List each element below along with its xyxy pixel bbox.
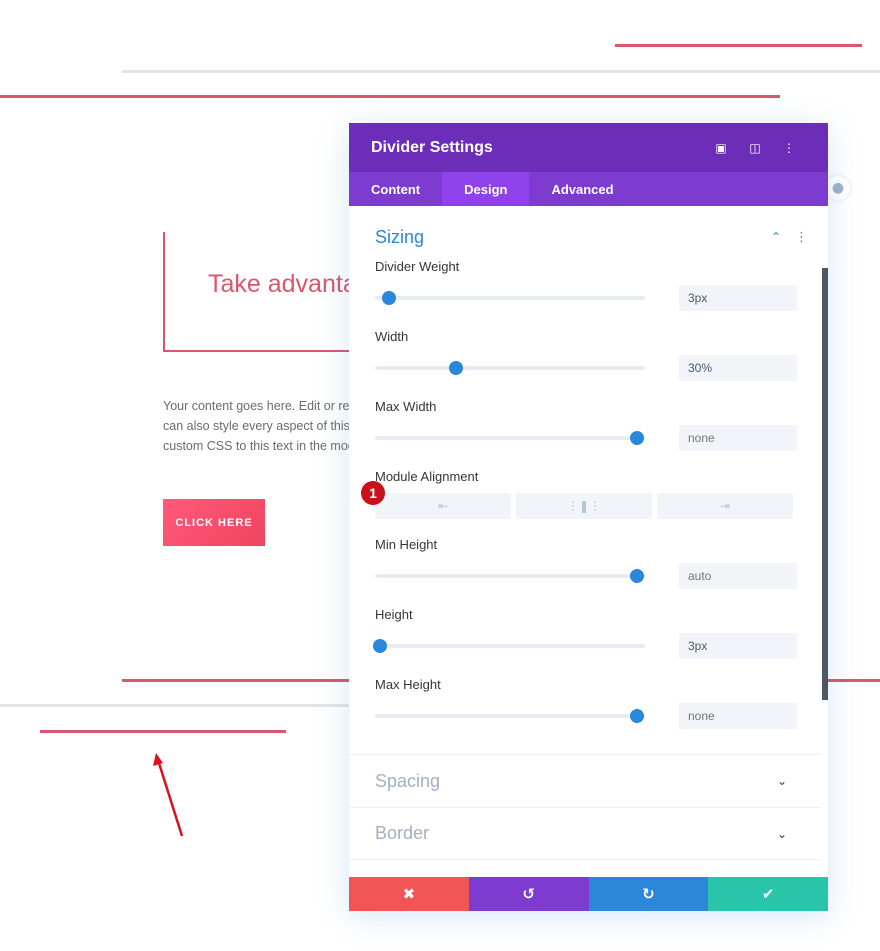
field-width: Width: [375, 329, 799, 381]
tab-advanced[interactable]: Advanced: [529, 172, 635, 206]
slider-thumb[interactable]: [449, 361, 463, 375]
redo-icon: ↻: [642, 885, 655, 903]
max-width-slider[interactable]: [375, 431, 645, 445]
chevron-down-icon: ⌄: [776, 774, 787, 788]
slider-thumb[interactable]: [629, 431, 644, 445]
close-icon: ✖: [402, 885, 416, 903]
field-max-height: Max Height: [375, 677, 799, 729]
tab-design[interactable]: Design: [442, 172, 530, 206]
field-label: Divider Weight: [375, 259, 460, 274]
annotation-arrow-icon: [153, 753, 184, 837]
focus-icon[interactable]: ▣: [704, 141, 738, 155]
body-line: Your content goes here. Edit or remove: [163, 399, 363, 413]
align-center-button[interactable]: ⋮❚⋮: [516, 493, 652, 519]
field-label: Module Alignment: [375, 469, 479, 484]
sizing-title: Sizing: [375, 226, 425, 247]
more-options-icon[interactable]: ⋮: [772, 141, 806, 155]
height-slider[interactable]: [373, 639, 645, 653]
field-label: Width: [375, 329, 409, 344]
align-right-icon: ⇥: [719, 499, 731, 513]
panel-header: Divider Settings ▣ ◫ ⋮: [349, 123, 828, 172]
align-left-button[interactable]: ⇤: [375, 493, 511, 519]
field-label: Height: [375, 607, 413, 622]
divider-line-selected: [40, 730, 286, 733]
min-height-slider[interactable]: [375, 569, 645, 583]
save-button[interactable]: ✔: [708, 877, 828, 911]
divider-line: [0, 95, 780, 98]
width-slider[interactable]: [375, 361, 645, 375]
cancel-button[interactable]: ✖: [349, 877, 469, 911]
slider-thumb[interactable]: [373, 639, 388, 653]
panel-footer: ✖ ↺ ↻ ✔: [349, 877, 828, 911]
max-height-slider[interactable]: [375, 709, 645, 723]
min-height-input[interactable]: [679, 563, 797, 589]
slider-thumb[interactable]: [381, 291, 396, 305]
field-label: Max Width: [375, 399, 437, 414]
field-divider-weight: Divider Weight: [375, 259, 799, 311]
field-label: Max Height: [375, 677, 441, 692]
click-here-button[interactable]: CLICK HERE: [163, 499, 265, 546]
width-input[interactable]: [679, 355, 797, 381]
align-right-button[interactable]: ⇥: [657, 493, 793, 519]
section-separator: [0, 704, 360, 707]
globe-icon[interactable]: ●: [826, 176, 850, 200]
chevron-up-icon[interactable]: ⌃: [771, 230, 781, 244]
divider-weight-input[interactable]: [679, 285, 797, 311]
align-left-icon: ⇤: [437, 499, 449, 513]
field-height: Height: [373, 607, 799, 659]
body-text: Your content goes here. Edit or remove c…: [163, 396, 363, 456]
max-width-input[interactable]: [679, 425, 797, 451]
field-min-height: Min Height: [375, 537, 799, 589]
body-line: custom CSS to this text in the module: [163, 439, 363, 453]
align-center-icon: ⋮❚⋮: [566, 499, 602, 513]
spacing-title: Spacing: [375, 770, 441, 791]
field-module-alignment: Module Alignment ⇤ ⋮❚⋮ ⇥: [375, 469, 799, 519]
slider-thumb[interactable]: [629, 709, 644, 723]
divider-settings-panel: Divider Settings ▣ ◫ ⋮ Content Design Ad…: [349, 123, 828, 911]
redo-button[interactable]: ↻: [588, 877, 709, 911]
sizing-section-header[interactable]: Sizing ⌃ ⋮: [349, 206, 828, 254]
field-label: Min Height: [375, 537, 438, 552]
chevron-down-icon: ⌄: [776, 826, 787, 841]
panel-scrollbar[interactable]: [822, 268, 828, 700]
undo-button[interactable]: ↺: [468, 877, 589, 911]
max-height-input[interactable]: [679, 703, 797, 729]
spacing-section-toggle[interactable]: Spacing ⌄: [349, 754, 821, 807]
panel-title: Divider Settings: [371, 138, 493, 156]
height-input[interactable]: [679, 633, 797, 659]
section-separator: [122, 70, 880, 73]
field-max-width: Max Width: [375, 399, 799, 451]
divider-line: [615, 44, 862, 47]
slider-thumb[interactable]: [629, 569, 644, 583]
step-badge: 1: [361, 481, 385, 505]
tab-content[interactable]: Content: [349, 172, 442, 206]
divider-weight-slider[interactable]: [375, 291, 645, 305]
checkmark-icon: ✔: [761, 885, 775, 903]
body-line: can also style every aspect of this: [163, 419, 350, 433]
border-title: Border: [375, 823, 430, 843]
split-view-icon[interactable]: ◫: [738, 141, 772, 155]
border-section-toggle[interactable]: Border ⌄: [349, 807, 821, 860]
section-options-icon[interactable]: ⋮: [795, 230, 808, 245]
tab-bar: Content Design Advanced: [349, 172, 828, 206]
undo-icon: ↺: [522, 885, 535, 903]
